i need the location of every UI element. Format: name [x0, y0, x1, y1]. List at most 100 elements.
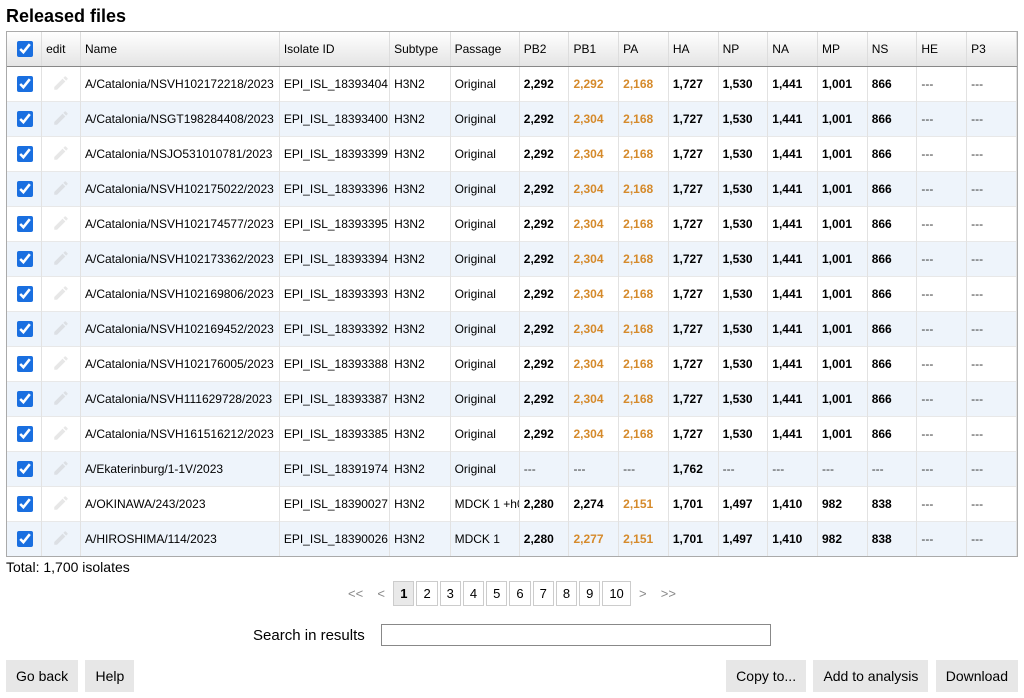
- pencil-icon[interactable]: [52, 354, 70, 372]
- pencil-icon[interactable]: [52, 144, 70, 162]
- row-edit-cell[interactable]: [42, 522, 81, 557]
- row-edit-cell[interactable]: [42, 452, 81, 487]
- pager-page-3[interactable]: 3: [440, 581, 461, 606]
- pager-first[interactable]: <<: [342, 582, 369, 605]
- pencil-icon[interactable]: [52, 249, 70, 267]
- row-checkbox[interactable]: [17, 111, 33, 127]
- row-checkbox-cell[interactable]: [7, 67, 42, 102]
- row-checkbox-cell[interactable]: [7, 207, 42, 242]
- column-header-pb2[interactable]: PB2: [519, 32, 569, 67]
- table-row[interactable]: A/Catalonia/NSVH102169452/2023EPI_ISL_18…: [7, 312, 1017, 347]
- row-edit-cell[interactable]: [42, 277, 81, 312]
- pager-page-1[interactable]: 1: [393, 581, 414, 606]
- row-checkbox[interactable]: [17, 356, 33, 372]
- select-all-header[interactable]: [7, 32, 42, 67]
- row-checkbox[interactable]: [17, 216, 33, 232]
- row-checkbox-cell[interactable]: [7, 312, 42, 347]
- row-edit-cell[interactable]: [42, 207, 81, 242]
- row-checkbox-cell[interactable]: [7, 277, 42, 312]
- row-checkbox-cell[interactable]: [7, 242, 42, 277]
- pencil-icon[interactable]: [52, 529, 70, 547]
- download-button[interactable]: Download: [936, 660, 1018, 692]
- row-checkbox-cell[interactable]: [7, 487, 42, 522]
- row-checkbox-cell[interactable]: [7, 172, 42, 207]
- table-row[interactable]: A/Ekaterinburg/1-1V/2023EPI_ISL_18391974…: [7, 452, 1017, 487]
- row-checkbox-cell[interactable]: [7, 347, 42, 382]
- row-checkbox[interactable]: [17, 496, 33, 512]
- row-checkbox[interactable]: [17, 321, 33, 337]
- row-checkbox[interactable]: [17, 461, 33, 477]
- row-checkbox-cell[interactable]: [7, 417, 42, 452]
- table-row[interactable]: A/Catalonia/NSVH102173362/2023EPI_ISL_18…: [7, 242, 1017, 277]
- table-row[interactable]: A/HIROSHIMA/114/2023EPI_ISL_18390026H3N2…: [7, 522, 1017, 557]
- search-input[interactable]: [381, 624, 771, 646]
- pencil-icon[interactable]: [52, 109, 70, 127]
- table-row[interactable]: A/Catalonia/NSGT198284408/2023EPI_ISL_18…: [7, 102, 1017, 137]
- row-edit-cell[interactable]: [42, 382, 81, 417]
- pencil-icon[interactable]: [52, 389, 70, 407]
- row-checkbox[interactable]: [17, 286, 33, 302]
- table-row[interactable]: A/Catalonia/NSVH161516212/2023EPI_ISL_18…: [7, 417, 1017, 452]
- pencil-icon[interactable]: [52, 459, 70, 477]
- pager-page-5[interactable]: 5: [486, 581, 507, 606]
- row-edit-cell[interactable]: [42, 312, 81, 347]
- column-header-he[interactable]: HE: [917, 32, 967, 67]
- row-checkbox[interactable]: [17, 391, 33, 407]
- pager-page-7[interactable]: 7: [533, 581, 554, 606]
- pager-page-4[interactable]: 4: [463, 581, 484, 606]
- column-header-np[interactable]: NP: [718, 32, 768, 67]
- row-edit-cell[interactable]: [42, 242, 81, 277]
- pencil-icon[interactable]: [52, 424, 70, 442]
- row-edit-cell[interactable]: [42, 172, 81, 207]
- column-header-na[interactable]: NA: [768, 32, 818, 67]
- row-edit-cell[interactable]: [42, 487, 81, 522]
- pager-next[interactable]: >: [633, 582, 653, 605]
- table-row[interactable]: A/Catalonia/NSVH102176005/2023EPI_ISL_18…: [7, 347, 1017, 382]
- pager-page-2[interactable]: 2: [416, 581, 437, 606]
- column-header-ha[interactable]: HA: [668, 32, 718, 67]
- row-edit-cell[interactable]: [42, 102, 81, 137]
- column-header-name[interactable]: Name: [80, 32, 279, 67]
- row-checkbox-cell[interactable]: [7, 522, 42, 557]
- row-edit-cell[interactable]: [42, 347, 81, 382]
- pager-page-6[interactable]: 6: [509, 581, 530, 606]
- column-header-pb1[interactable]: PB1: [569, 32, 619, 67]
- row-checkbox[interactable]: [17, 146, 33, 162]
- pencil-icon[interactable]: [52, 74, 70, 92]
- row-edit-cell[interactable]: [42, 417, 81, 452]
- pencil-icon[interactable]: [52, 214, 70, 232]
- column-header-ns[interactable]: NS: [867, 32, 917, 67]
- pager-page-10[interactable]: 10: [602, 581, 630, 606]
- pager-last[interactable]: >>: [655, 582, 682, 605]
- pencil-icon[interactable]: [52, 319, 70, 337]
- go-back-button[interactable]: Go back: [6, 660, 78, 692]
- add-to-analysis-button[interactable]: Add to analysis: [813, 660, 928, 692]
- copy-to-button[interactable]: Copy to...: [726, 660, 806, 692]
- table-row[interactable]: A/Catalonia/NSVH102169806/2023EPI_ISL_18…: [7, 277, 1017, 312]
- row-edit-cell[interactable]: [42, 67, 81, 102]
- column-header-p3[interactable]: P3: [967, 32, 1017, 67]
- pager-page-8[interactable]: 8: [556, 581, 577, 606]
- pencil-icon[interactable]: [52, 494, 70, 512]
- row-checkbox[interactable]: [17, 426, 33, 442]
- column-header-subtype[interactable]: Subtype: [390, 32, 451, 67]
- column-header-pa[interactable]: PA: [619, 32, 669, 67]
- row-checkbox[interactable]: [17, 531, 33, 547]
- pencil-icon[interactable]: [52, 284, 70, 302]
- row-edit-cell[interactable]: [42, 137, 81, 172]
- row-checkbox-cell[interactable]: [7, 382, 42, 417]
- table-row[interactable]: A/Catalonia/NSVH102172218/2023EPI_ISL_18…: [7, 67, 1017, 102]
- column-header-passage[interactable]: Passage: [450, 32, 519, 67]
- row-checkbox-cell[interactable]: [7, 452, 42, 487]
- row-checkbox[interactable]: [17, 251, 33, 267]
- row-checkbox-cell[interactable]: [7, 102, 42, 137]
- row-checkbox[interactable]: [17, 76, 33, 92]
- pager-prev[interactable]: <: [371, 582, 391, 605]
- column-header-mp[interactable]: MP: [817, 32, 867, 67]
- table-row[interactable]: A/OKINAWA/243/2023EPI_ISL_18390027H3N2MD…: [7, 487, 1017, 522]
- help-button[interactable]: Help: [85, 660, 134, 692]
- column-header-edit[interactable]: edit: [42, 32, 81, 67]
- table-row[interactable]: A/Catalonia/NSVH111629728/2023EPI_ISL_18…: [7, 382, 1017, 417]
- pager-page-9[interactable]: 9: [579, 581, 600, 606]
- table-row[interactable]: A/Catalonia/NSVH102175022/2023EPI_ISL_18…: [7, 172, 1017, 207]
